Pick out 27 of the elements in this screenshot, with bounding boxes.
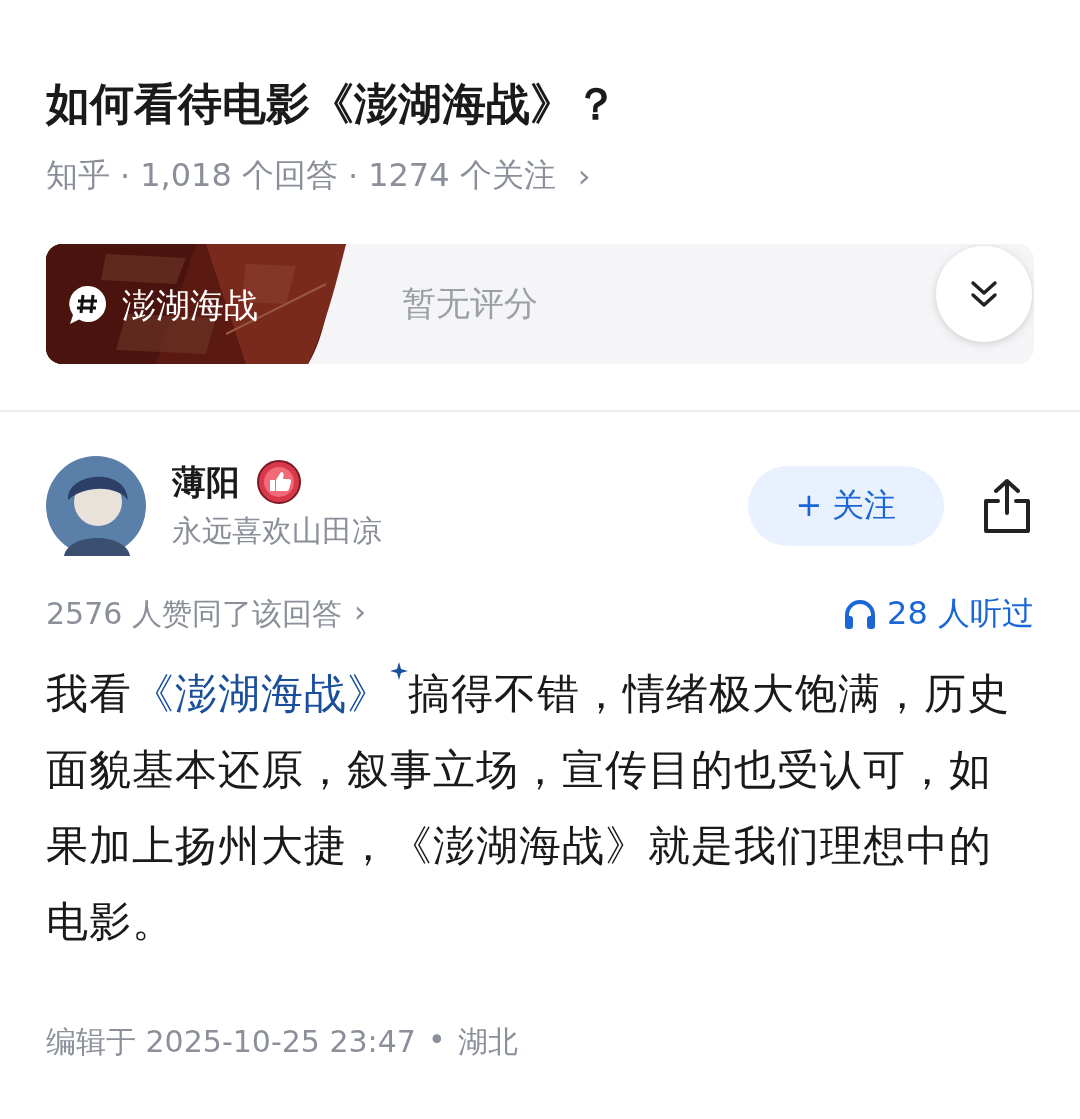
thumbs-up-badge-icon bbox=[256, 459, 302, 505]
location-label: 湖北 bbox=[457, 1023, 518, 1061]
chevron-icon[interactable]: › bbox=[353, 593, 366, 635]
question-title: 如何看待电影《澎湖海战》？ bbox=[46, 77, 619, 131]
rating-text: 暂无评分 bbox=[402, 282, 538, 325]
follower-count[interactable]: 1274 个关注 bbox=[368, 154, 556, 198]
listen-count[interactable]: 28 人听过 bbox=[887, 592, 1034, 636]
edit-time: 编辑于 2025-10-25 23:47 bbox=[46, 1023, 416, 1061]
topic-icon bbox=[68, 284, 108, 326]
author-bio: 永远喜欢山田凉 bbox=[172, 512, 383, 550]
topic-card[interactable]: 澎湖海战 暂无评分 bbox=[46, 244, 1034, 364]
headphones-icon bbox=[843, 598, 878, 630]
follow-button[interactable]: + 关注 bbox=[748, 466, 944, 546]
sparkle-icon bbox=[390, 662, 408, 680]
answer-count[interactable]: 1,018 个回答 bbox=[140, 154, 338, 198]
topic-name: 澎湖海战 bbox=[122, 285, 258, 325]
topic-link[interactable]: 《澎湖海战》 bbox=[132, 669, 390, 718]
author-name[interactable]: 薄阳 bbox=[172, 459, 240, 505]
avatar[interactable] bbox=[46, 456, 146, 556]
expand-button[interactable] bbox=[936, 246, 1032, 342]
answer-text: 我看《澎湖海战》 搞得不错，情绪极大饱满，历史面貌基本还原，叙事立场，宣传目的也受认可，如果加上扬州大捷，《澎湖海战》就是我们理想中的电影。 bbox=[46, 656, 1034, 960]
separator-dot: • bbox=[427, 1022, 446, 1059]
source-label: 知乎 bbox=[46, 155, 110, 196]
separator-dot: · bbox=[120, 157, 131, 195]
separator-dot: · bbox=[347, 157, 359, 195]
chevron-icon[interactable]: › bbox=[577, 157, 591, 195]
upvote-count[interactable]: 2576 人赞同了该回答 bbox=[46, 593, 342, 635]
